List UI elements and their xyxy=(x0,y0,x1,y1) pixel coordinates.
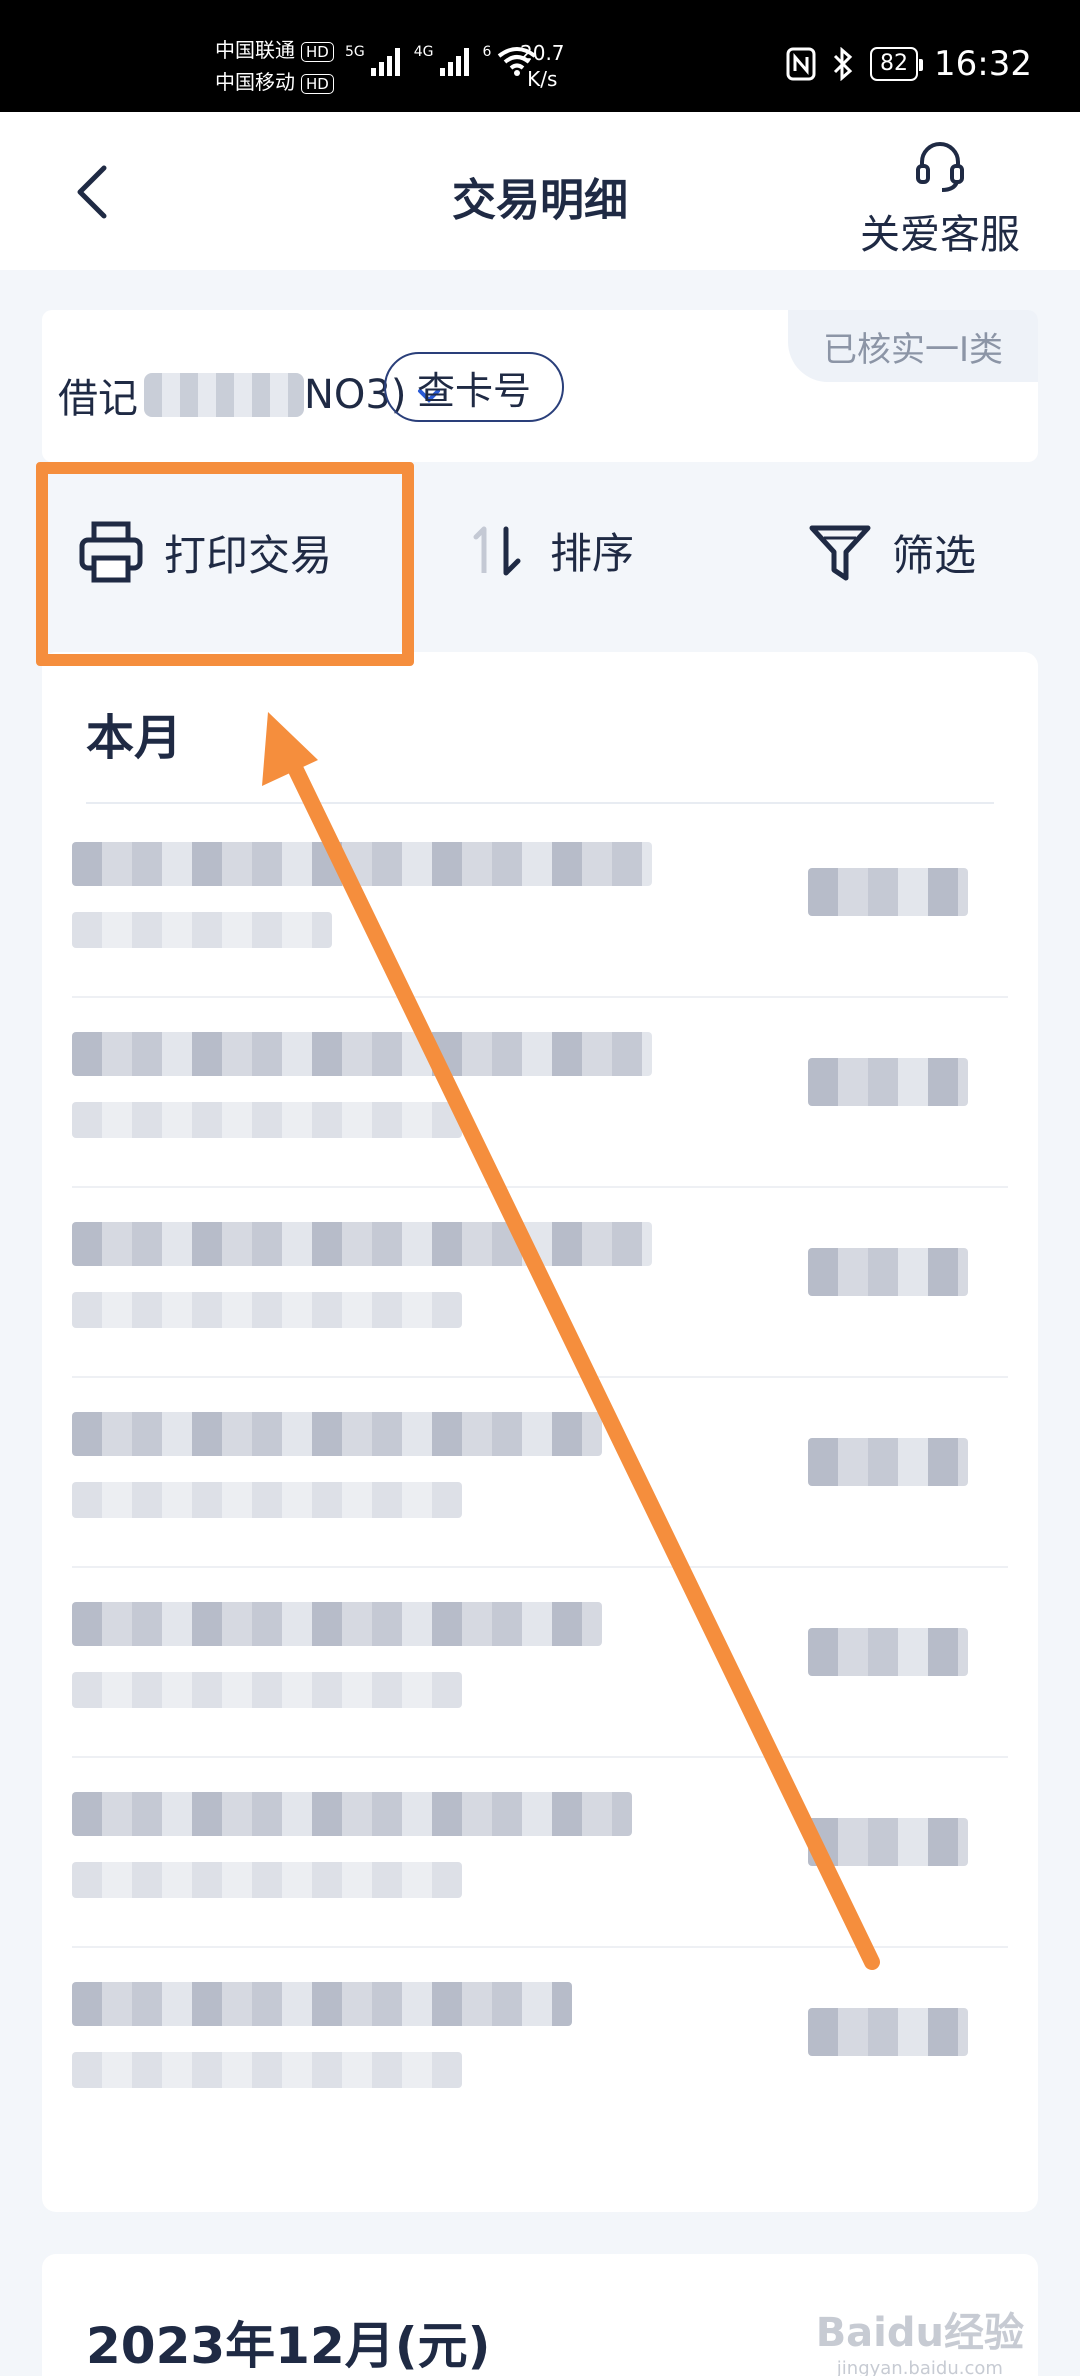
speed-value: 20.7 xyxy=(520,41,565,65)
account-card: 已核实一I类 借记 NO3) 查卡号 xyxy=(42,310,1038,462)
masked-amount xyxy=(808,2008,968,2056)
table-row[interactable] xyxy=(72,1022,1008,1188)
speed-unit: K/s xyxy=(527,67,558,91)
masked-date xyxy=(72,912,332,948)
row-divider xyxy=(72,1946,1008,1948)
net-4g-label: 4G xyxy=(413,44,434,60)
net-5g-label: 5G xyxy=(345,44,365,60)
table-row[interactable] xyxy=(72,1212,1008,1378)
table-row[interactable] xyxy=(72,1592,1008,1758)
transaction-list-card: 本月 xyxy=(42,652,1038,2212)
row-divider xyxy=(72,1566,1008,1568)
transaction-detail-screen: 中国联通 HD 中国移动 HD 5G 4G 6 20.7 K/s 82 16:3… xyxy=(0,0,1080,2376)
carrier-2: 中国移动 xyxy=(215,70,295,94)
filter-icon xyxy=(809,525,871,581)
row-divider xyxy=(72,1376,1008,1378)
masked-amount xyxy=(808,1628,968,1676)
net-speed: 20.7 K/s xyxy=(520,40,565,92)
masked-description xyxy=(72,1982,572,2026)
customer-service-button[interactable]: 关爱客服 xyxy=(850,138,1030,260)
section-divider xyxy=(86,802,994,804)
table-row[interactable] xyxy=(72,1402,1008,1568)
row-divider xyxy=(72,1186,1008,1188)
battery-icon: 82 xyxy=(870,47,924,81)
masked-date xyxy=(72,1102,462,1138)
status-right: 82 16:32 xyxy=(786,44,1032,84)
row-divider xyxy=(72,1756,1008,1758)
masked-date xyxy=(72,1482,462,1518)
masked-amount xyxy=(808,1058,968,1106)
watermark-main: Baidu经验 xyxy=(815,2310,1024,2356)
signal-icon xyxy=(370,46,400,76)
check-card-number-button[interactable]: 查卡号 xyxy=(384,352,564,422)
status-bar: 中国联通 HD 中国移动 HD 5G 4G 6 20.7 K/s 82 16:3… xyxy=(0,0,1080,112)
masked-date xyxy=(72,1672,462,1708)
row-divider xyxy=(72,996,1008,998)
masked-amount xyxy=(808,1818,968,1866)
carrier-1: 中国联通 xyxy=(215,38,295,62)
hd-badge: HD xyxy=(301,41,334,62)
nfc-icon xyxy=(786,47,816,81)
masked-description xyxy=(72,1602,602,1646)
filter-label: 筛选 xyxy=(892,530,977,580)
signal-icons: 5G 4G 6 xyxy=(345,44,537,76)
watermark: Baidu经验 jingyan.baidu.com xyxy=(816,2300,1024,2376)
masked-description xyxy=(72,1412,602,1456)
masked-date xyxy=(72,2052,462,2088)
hd-badge: HD xyxy=(301,73,334,94)
annotation-highlight-box xyxy=(36,462,414,666)
signal-icon xyxy=(439,46,469,76)
sort-button[interactable]: 排序 xyxy=(470,520,634,581)
account-type: 借记 xyxy=(58,376,138,422)
headset-icon xyxy=(916,142,964,192)
masked-date xyxy=(72,1292,462,1328)
verified-badge: 已核实一I类 xyxy=(788,310,1038,382)
masked-amount xyxy=(808,868,968,916)
masked-description xyxy=(72,1032,652,1076)
masked-description xyxy=(72,1222,652,1266)
bluetooth-icon xyxy=(833,47,853,81)
masked-account-number xyxy=(144,373,304,417)
sort-label: 排序 xyxy=(550,529,635,578)
table-row[interactable] xyxy=(72,1972,1008,2132)
table-row[interactable] xyxy=(72,1782,1008,1948)
month-title: 2023年12月(元) xyxy=(86,2317,491,2375)
carrier-info: 中国联通 HD 中国移动 HD xyxy=(215,34,334,98)
customer-service-label: 关爱客服 xyxy=(860,212,1020,258)
clock: 16:32 xyxy=(934,44,1032,84)
section-title: 本月 xyxy=(86,710,183,766)
masked-amount xyxy=(808,1248,968,1296)
filter-button[interactable]: 筛选 xyxy=(808,520,976,584)
masked-description xyxy=(72,1792,632,1836)
masked-amount xyxy=(808,1438,968,1486)
watermark-sub: jingyan.baidu.com xyxy=(836,2358,1003,2376)
masked-date xyxy=(72,1862,462,1898)
app-header: 交易明细 关爱客服 xyxy=(0,112,1080,270)
table-row[interactable] xyxy=(72,832,1008,998)
sort-icon xyxy=(473,526,521,575)
masked-description xyxy=(72,842,652,886)
wifi-number: 6 xyxy=(482,44,492,60)
